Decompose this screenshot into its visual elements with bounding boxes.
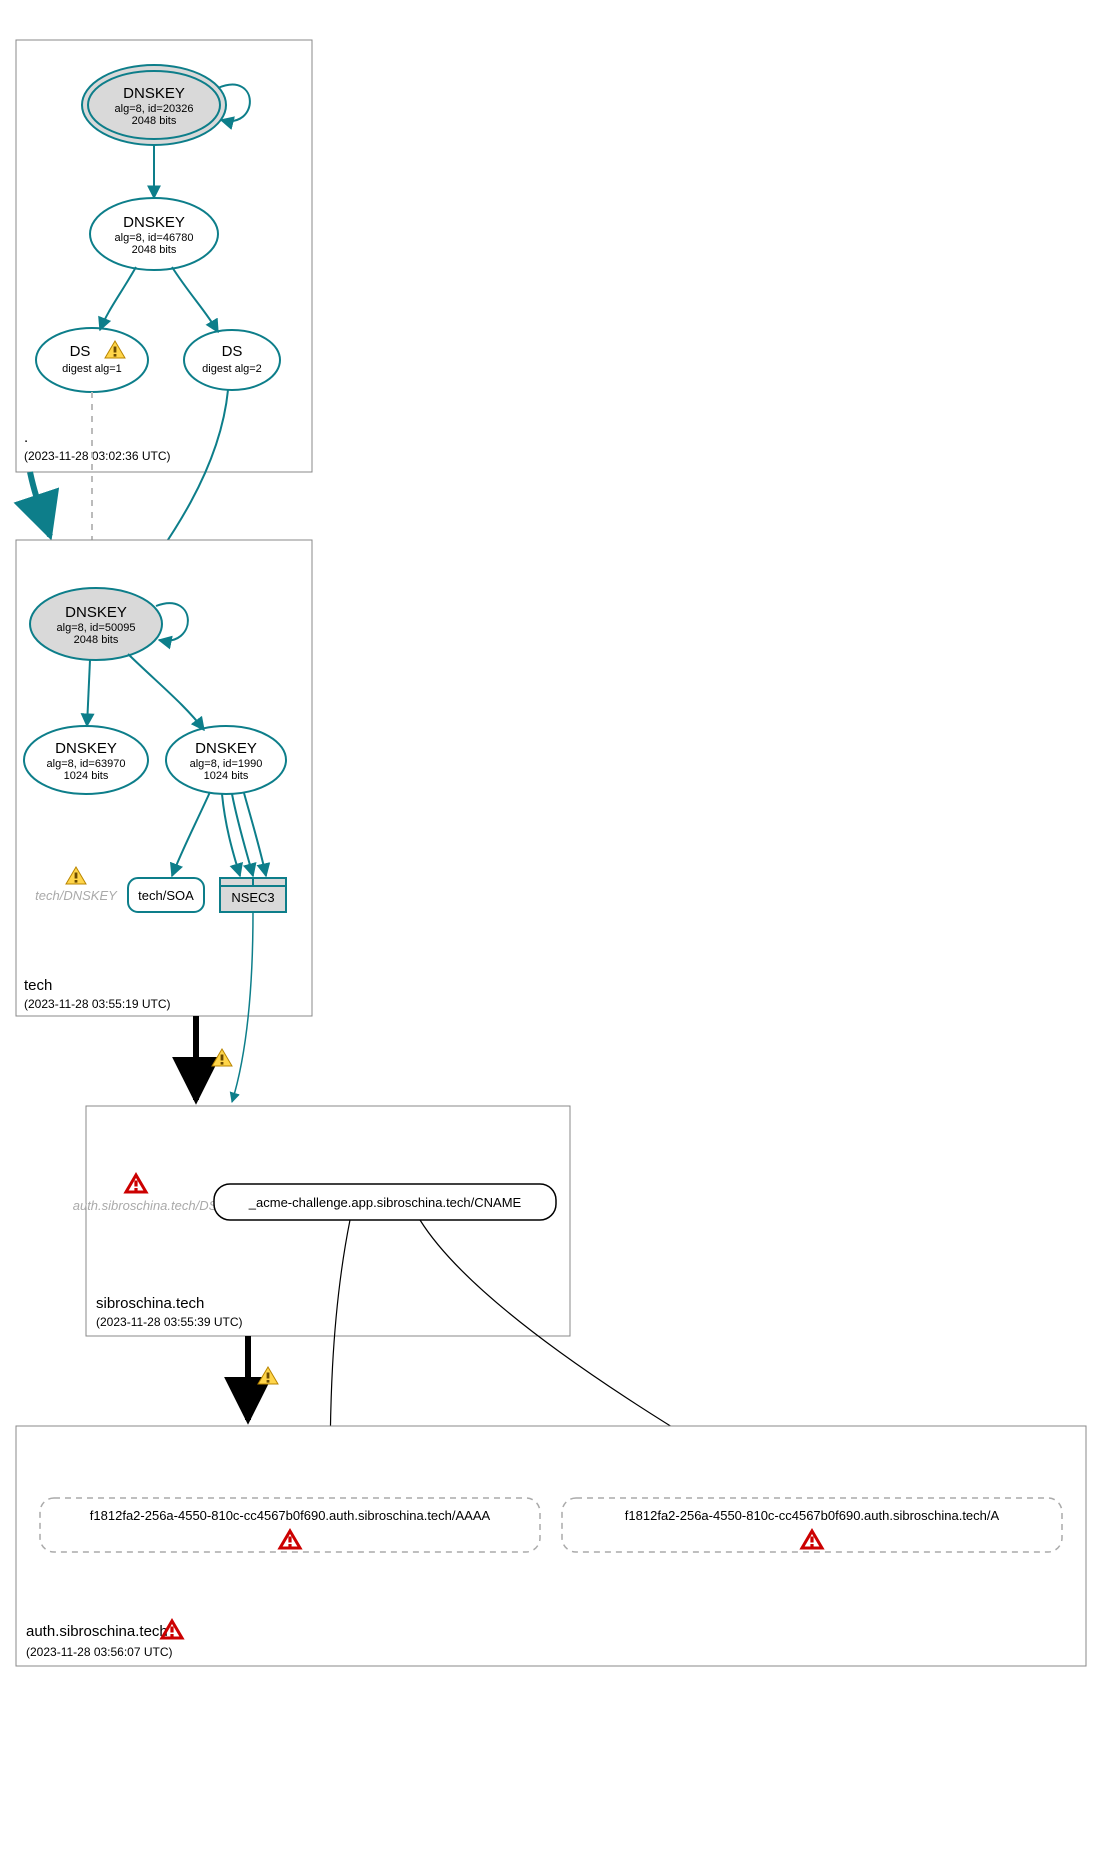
warning-icon [212, 1049, 232, 1066]
svg-text:2048 bits: 2048 bits [132, 115, 177, 127]
svg-text:DNSKEY: DNSKEY [195, 740, 257, 757]
zone-tech-ts: (2023-11-28 03:55:19 UTC) [24, 997, 171, 1011]
svg-text:DS: DS [70, 343, 91, 360]
svg-text:DNSKEY: DNSKEY [55, 740, 117, 757]
dnssec-diagram: . (2023-11-28 03:02:36 UTC) DNSKEY alg=8… [0, 0, 1101, 1858]
node-tech-zsk-a: DNSKEY alg=8, id=63970 1024 bits [24, 726, 148, 794]
zone-sibroschina-name: sibroschina.tech [96, 1295, 204, 1312]
node-a: f1812fa2-256a-4550-810c-cc4567b0f690.aut… [562, 1498, 1062, 1552]
svg-text:DNSKEY: DNSKEY [123, 85, 185, 102]
node-ds1: DS digest alg=1 [36, 328, 148, 392]
node-root-ksk: DNSKEY alg=8, id=20326 2048 bits [82, 65, 226, 145]
node-ds2: DS digest alg=2 [184, 330, 280, 390]
svg-text:alg=8, id=1990: alg=8, id=1990 [190, 758, 263, 770]
svg-text:alg=8, id=46780: alg=8, id=46780 [115, 232, 194, 244]
svg-text:alg=8, id=63970: alg=8, id=63970 [47, 758, 126, 770]
svg-text:alg=8, id=20326: alg=8, id=20326 [115, 103, 194, 115]
node-tech-ksk: DNSKEY alg=8, id=50095 2048 bits [30, 588, 162, 660]
svg-text:DS: DS [222, 343, 243, 360]
svg-text:digest alg=2: digest alg=2 [202, 363, 262, 375]
svg-text:auth.sibroschina.tech/DS: auth.sibroschina.tech/DS [73, 1198, 218, 1213]
svg-text:2048 bits: 2048 bits [74, 634, 119, 646]
zone-auth-name: auth.sibroschina.tech [26, 1623, 168, 1640]
svg-text:1024 bits: 1024 bits [204, 770, 249, 782]
svg-text:alg=8, id=50095: alg=8, id=50095 [57, 622, 136, 634]
node-nsec3: NSEC3 [220, 878, 286, 912]
zone-sibroschina: sibroschina.tech (2023-11-28 03:55:39 UT… [86, 1106, 570, 1336]
svg-text:f1812fa2-256a-4550-810c-cc4567: f1812fa2-256a-4550-810c-cc4567b0f690.aut… [90, 1508, 491, 1523]
zone-root-name: . [24, 429, 28, 446]
zone-tech-name: tech [24, 977, 52, 994]
node-aaaa: f1812fa2-256a-4550-810c-cc4567b0f690.aut… [40, 1498, 540, 1552]
warning-icon [258, 1367, 278, 1384]
edge-root-to-tech-delegation [30, 472, 50, 536]
svg-text:DNSKEY: DNSKEY [123, 214, 185, 231]
svg-text:tech/DNSKEY: tech/DNSKEY [35, 888, 118, 903]
zone-auth-ts: (2023-11-28 03:56:07 UTC) [26, 1645, 173, 1659]
node-tech-zsk-b: DNSKEY alg=8, id=1990 1024 bits [166, 726, 286, 794]
svg-text:1024 bits: 1024 bits [64, 770, 109, 782]
svg-text:f1812fa2-256a-4550-810c-cc4567: f1812fa2-256a-4550-810c-cc4567b0f690.aut… [625, 1508, 1000, 1523]
svg-text:DNSKEY: DNSKEY [65, 604, 127, 621]
svg-text:NSEC3: NSEC3 [231, 890, 274, 905]
node-tech-soa: tech/SOA [128, 878, 204, 912]
svg-text:tech/SOA: tech/SOA [138, 888, 194, 903]
node-root-zsk: DNSKEY alg=8, id=46780 2048 bits [90, 198, 218, 270]
svg-text:digest alg=1: digest alg=1 [62, 363, 122, 375]
svg-text:2048 bits: 2048 bits [132, 244, 177, 256]
node-cname: _acme-challenge.app.sibroschina.tech/CNA… [214, 1184, 556, 1220]
svg-text:_acme-challenge.app.sibroschin: _acme-challenge.app.sibroschina.tech/CNA… [248, 1195, 522, 1210]
zone-root-ts: (2023-11-28 03:02:36 UTC) [24, 449, 171, 463]
zone-sibroschina-ts: (2023-11-28 03:55:39 UTC) [96, 1315, 243, 1329]
